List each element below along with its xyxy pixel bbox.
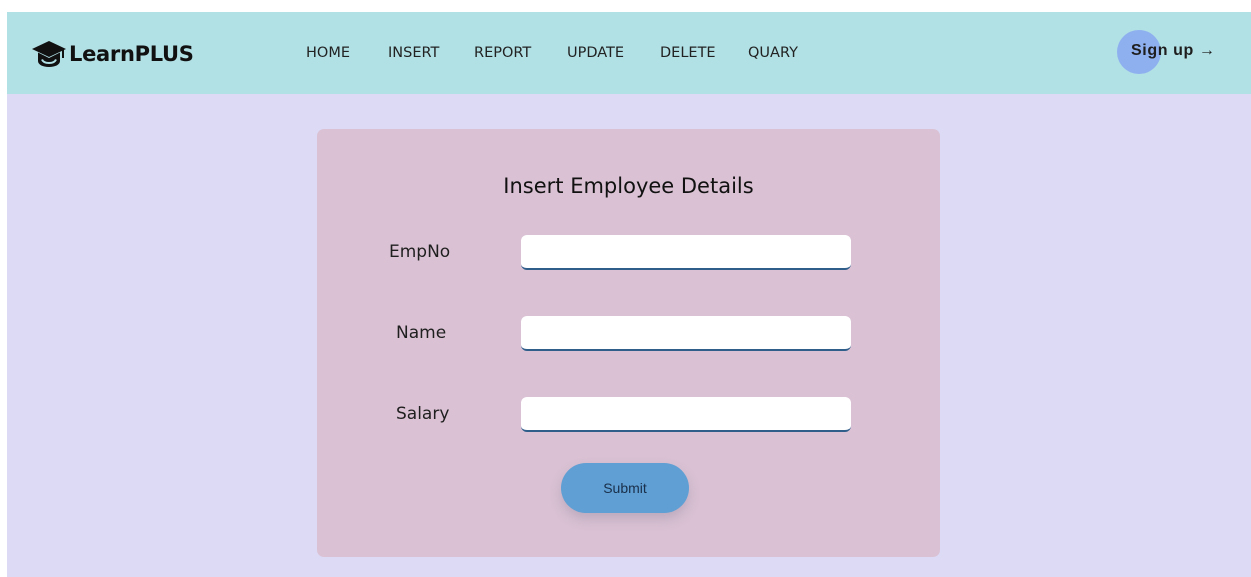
insert-employee-form: Insert Employee Details EmpNo Name Salar…: [317, 129, 940, 557]
nav-link-report[interactable]: REPORT: [474, 45, 531, 61]
name-input[interactable]: [521, 316, 851, 351]
signup-label: Sign up: [1131, 42, 1194, 59]
brand-logo[interactable]: LearnPLUS: [31, 39, 194, 69]
nav-link-delete[interactable]: DELETE: [660, 45, 716, 61]
nav-link-update[interactable]: UPDATE: [567, 45, 624, 61]
page-frame: LearnPLUS HOME INSERT REPORT UPDATE DELE…: [7, 12, 1251, 577]
salary-input[interactable]: [521, 397, 851, 432]
arrow-right-icon: →: [1198, 42, 1216, 59]
nav-link-home[interactable]: HOME: [306, 45, 350, 61]
submit-button[interactable]: Submit: [561, 463, 689, 513]
navbar: LearnPLUS HOME INSERT REPORT UPDATE DELE…: [7, 12, 1251, 94]
empno-label: EmpNo: [389, 242, 451, 262]
nav-link-quary[interactable]: QUARY: [748, 45, 798, 61]
graduation-cap-icon: [32, 41, 66, 67]
signup-button[interactable]: Sign up →: [1131, 42, 1215, 60]
form-title: Insert Employee Details: [503, 174, 754, 198]
brand-name: LearnPLUS: [69, 42, 194, 66]
salary-label: Salary: [396, 404, 450, 424]
empno-input[interactable]: [521, 235, 851, 270]
name-label: Name: [396, 323, 447, 343]
nav-link-insert[interactable]: INSERT: [388, 45, 439, 61]
